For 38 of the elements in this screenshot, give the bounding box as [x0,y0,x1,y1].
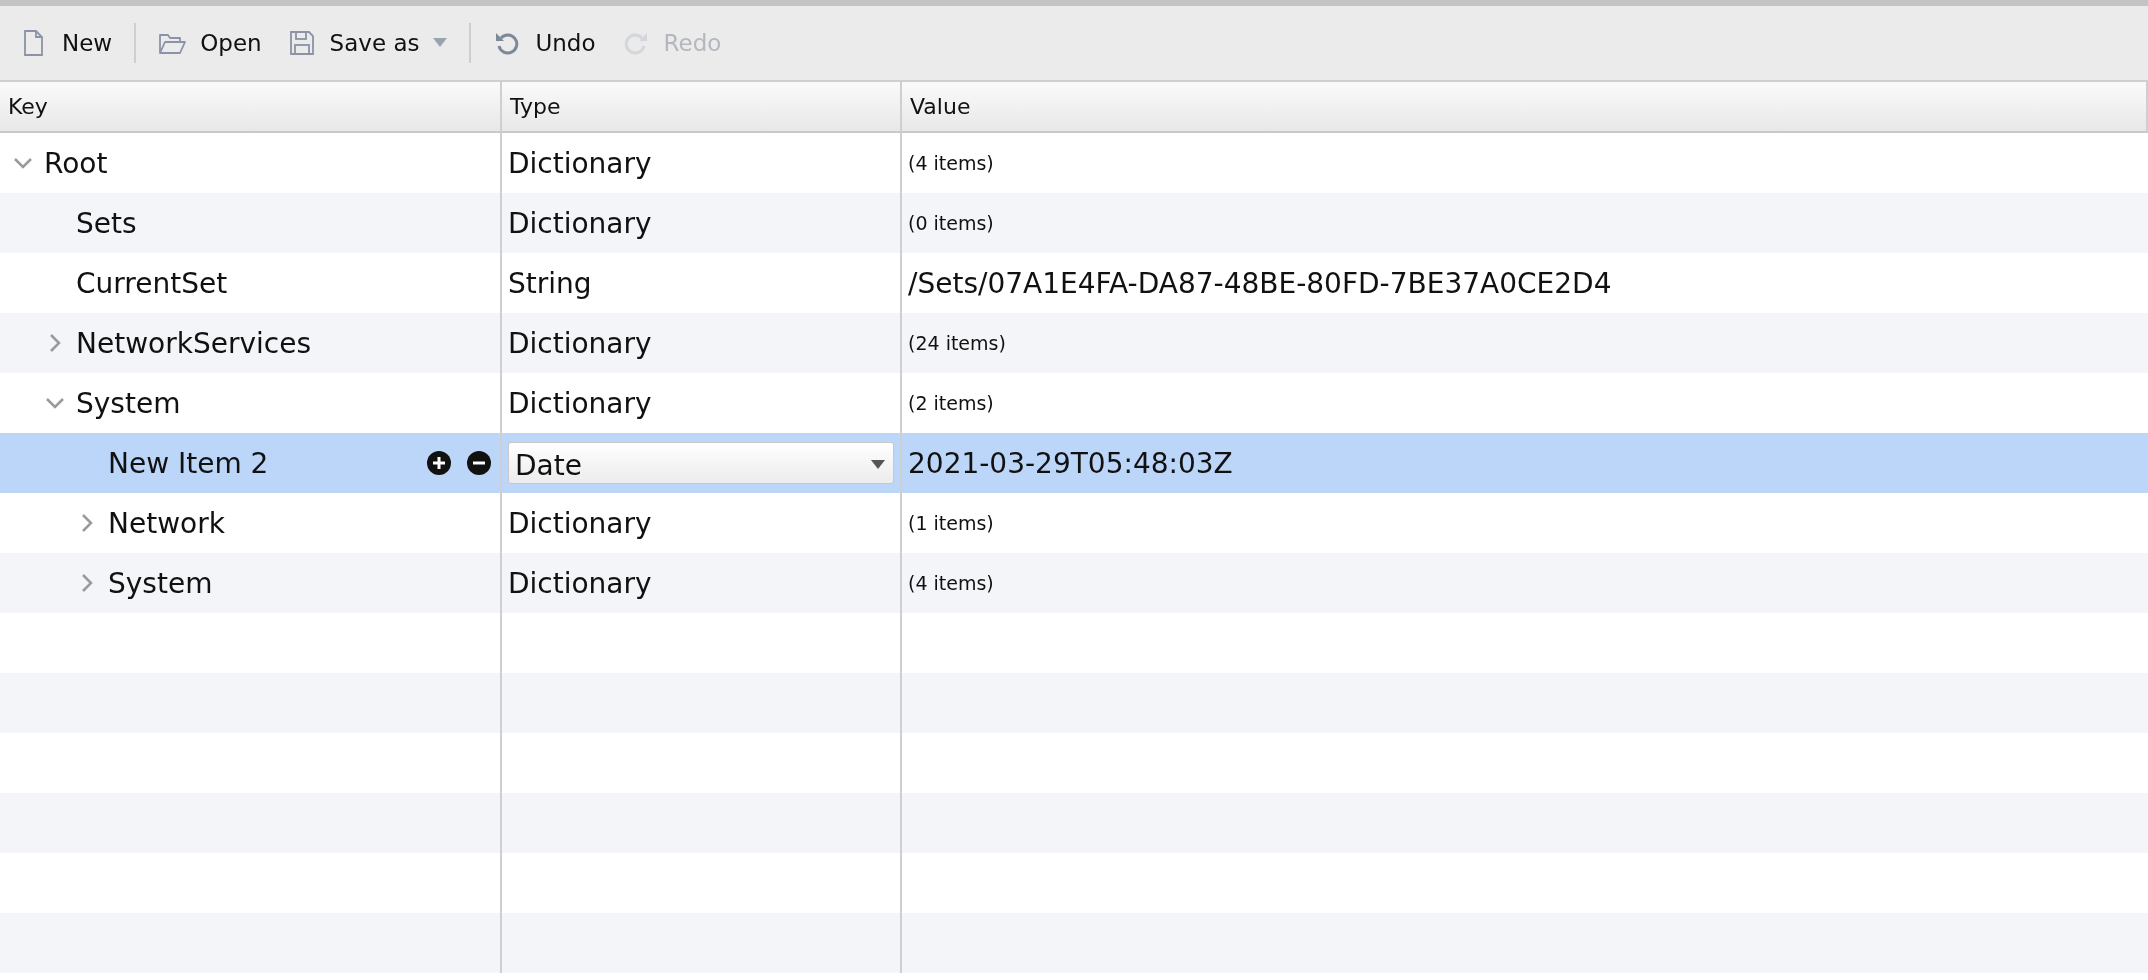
tree-row[interactable]: NetworkServices [0,313,502,373]
tree-row[interactable]: System [0,553,502,613]
new-button[interactable]: New [10,23,123,63]
open-button[interactable]: Open [148,23,272,63]
key-text: New Item 2 [108,446,270,480]
undo-button[interactable]: Undo [483,23,606,63]
key-text: System [76,386,182,420]
save-button[interactable]: Save as [277,23,458,63]
item-count: (2 items) [908,392,994,414]
key-text: CurrentSet [76,266,229,300]
key-text: Sets [76,206,138,240]
item-count: (0 items) [908,212,994,234]
item-count: (24 items) [908,332,1006,354]
key-text: Root [44,146,109,180]
tree-row[interactable]: New Item 2 [0,433,502,493]
type-dropdown[interactable]: Date [508,442,894,484]
column-header[interactable]: Key [0,82,502,133]
type-text: Dictionary [508,566,652,600]
key-text: System [108,566,214,600]
column-header[interactable]: Value [902,82,2148,133]
type-text: Dictionary [508,326,652,360]
item-count: (4 items) [908,572,994,594]
type-text: Dictionary [508,386,652,420]
type-text: String [508,266,592,300]
item-count: (4 items) [908,152,994,174]
column-header[interactable]: Type [502,82,902,133]
tree-row[interactable]: Sets [0,193,502,253]
value-text: 2021-03-29T05:48:03Z [908,446,1233,480]
type-text: Dictionary [508,506,652,540]
type-text: Dictionary [508,146,652,180]
caret-icon [871,460,885,470]
type-text: Dictionary [508,206,652,240]
add-icon[interactable] [426,450,452,476]
key-text: NetworkServices [76,326,312,360]
remove-icon[interactable] [466,450,492,476]
key-text: Network [108,506,226,540]
value-text: /Sets/07A1E4FA-DA87-48BE-80FD-7BE37A0CE2D4 [908,266,1612,300]
item-count: (1 items) [908,512,994,534]
